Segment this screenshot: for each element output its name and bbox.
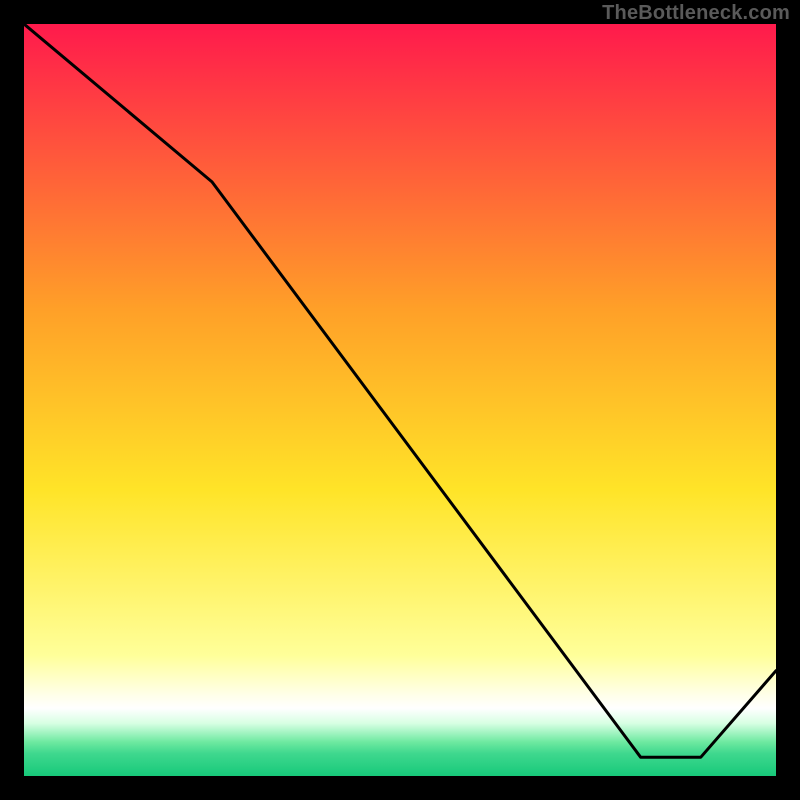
line-series (24, 24, 776, 776)
series-polyline (24, 24, 776, 757)
watermark-text: TheBottleneck.com (602, 2, 790, 25)
plot-area (24, 24, 776, 776)
chart-stage: TheBottleneck.com (0, 0, 800, 800)
